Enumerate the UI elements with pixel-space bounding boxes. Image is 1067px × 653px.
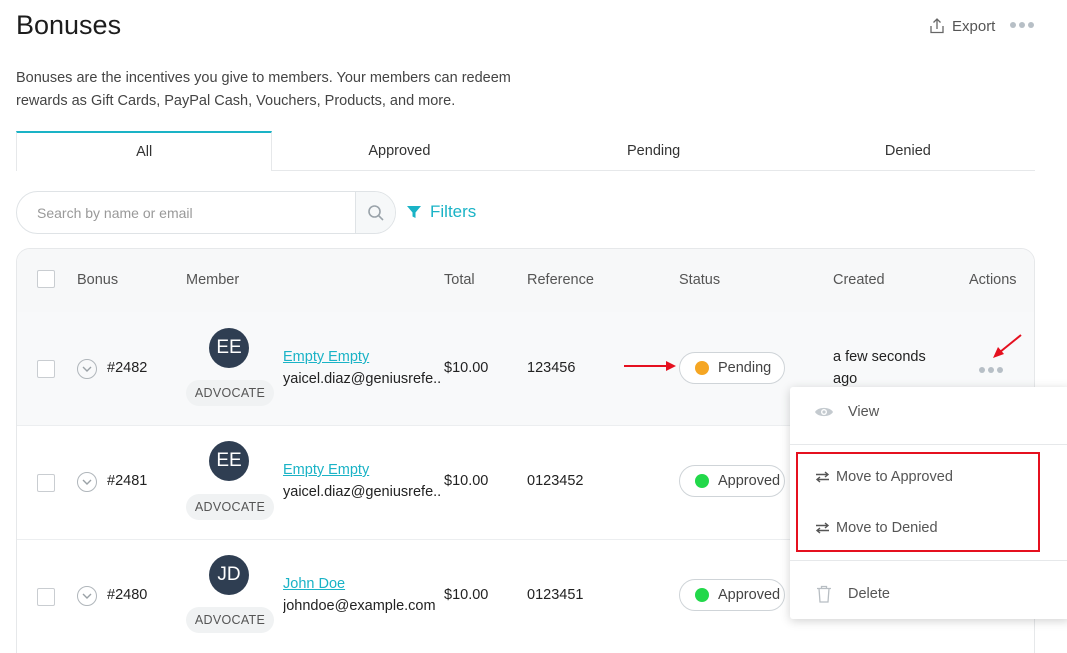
tab-denied[interactable]: Denied (781, 131, 1035, 170)
menu-item-label: Delete (848, 586, 890, 602)
menu-item-delete[interactable]: Delete (790, 582, 1067, 606)
expand-row-icon[interactable] (77, 472, 97, 492)
trash-icon (817, 585, 831, 603)
table-header: Bonus Member Total Reference Status Crea… (17, 249, 1034, 312)
page-title: Bonuses (16, 10, 122, 40)
column-header-bonus: Bonus (77, 272, 119, 288)
role-badge: ADVOCATE (186, 607, 274, 633)
column-header-reference: Reference (527, 272, 594, 288)
status-badge: Approved (679, 579, 785, 611)
row-checkbox[interactable] (37, 360, 55, 378)
bonus-total: $10.00 (444, 587, 489, 603)
menu-item-label: Move to Denied (836, 520, 938, 536)
swap-icon (815, 522, 830, 534)
status-label: Pending (718, 360, 772, 376)
role-badge: ADVOCATE (186, 494, 274, 520)
bonus-reference: 0123451 (527, 587, 584, 603)
column-header-total: Total (444, 272, 475, 288)
expand-row-icon[interactable] (77, 586, 97, 606)
member-name-link[interactable]: Empty Empty (283, 462, 369, 478)
tab-pending[interactable]: Pending (527, 131, 781, 170)
member-email: johndoe@example.com (283, 598, 436, 614)
status-label: Approved (718, 473, 781, 489)
column-header-actions: Actions (969, 272, 1017, 288)
red-arrow-icon (993, 334, 1022, 358)
member-name-link[interactable]: Empty Empty (283, 349, 369, 365)
export-icon (930, 18, 944, 34)
row-checkbox[interactable] (37, 474, 55, 492)
bonus-reference: 0123452 (527, 473, 584, 489)
page-description: Bonuses are the incentives you give to m… (16, 70, 511, 109)
bonus-id: #2482 (107, 360, 148, 376)
member-email: yaicel.diaz@geniusrefe... (283, 371, 441, 387)
status-badge: Pending (679, 352, 785, 384)
bonus-id: #2480 (107, 587, 148, 603)
menu-item-view[interactable]: View (790, 399, 1067, 425)
export-button[interactable]: Export (928, 17, 995, 35)
bonus-total: $10.00 (444, 360, 489, 376)
column-header-status: Status (679, 272, 721, 288)
menu-divider (790, 560, 1067, 561)
swap-icon (815, 471, 830, 483)
avatar: EE (209, 441, 249, 481)
menu-item-label: Move to Approved (836, 469, 953, 485)
tab-approved[interactable]: Approved (272, 131, 526, 170)
status-dot-icon (695, 361, 709, 375)
status-tabs: All Approved Pending Denied (16, 131, 1035, 171)
select-all-checkbox[interactable] (37, 270, 55, 288)
role-badge: ADVOCATE (186, 380, 274, 406)
member-email: yaicel.diaz@geniusrefe... (283, 484, 441, 500)
status-dot-icon (695, 588, 709, 602)
created-time: a few seconds ago (833, 349, 926, 387)
member-name-link[interactable]: John Doe (283, 576, 345, 592)
export-label: Export (952, 17, 996, 35)
filter-icon (407, 206, 421, 218)
status-dot-icon (695, 474, 709, 488)
bonus-total: $10.00 (444, 473, 489, 489)
row-actions-icon[interactable] (979, 367, 1003, 373)
eye-icon (815, 407, 833, 417)
menu-item-move-to-approved[interactable]: Move to Approved (790, 465, 1067, 489)
more-options-icon[interactable] (1010, 22, 1034, 28)
menu-item-label: View (848, 404, 880, 420)
search-input[interactable] (17, 192, 355, 233)
red-arrow-icon (624, 361, 676, 371)
row-actions-menu: View Move to Approved Move to Denied Del… (790, 387, 1067, 619)
search-icon (367, 204, 384, 221)
tab-all[interactable]: All (16, 131, 273, 171)
status-badge: Approved (679, 465, 785, 497)
search-button[interactable] (355, 192, 395, 233)
avatar: EE (209, 328, 249, 368)
menu-divider (790, 444, 1067, 445)
menu-item-move-to-denied[interactable]: Move to Denied (790, 516, 1067, 540)
search-box (16, 191, 396, 234)
bonus-id: #2481 (107, 473, 148, 489)
row-checkbox[interactable] (37, 588, 55, 606)
column-header-member: Member (186, 272, 240, 288)
expand-row-icon[interactable] (77, 359, 97, 379)
filters-label: Filters (430, 202, 477, 221)
status-label: Approved (718, 587, 781, 603)
filters-button[interactable]: Filters (406, 202, 476, 222)
column-header-created: Created (833, 272, 885, 288)
avatar: JD (209, 555, 249, 595)
bonus-reference: 123456 (527, 360, 576, 376)
